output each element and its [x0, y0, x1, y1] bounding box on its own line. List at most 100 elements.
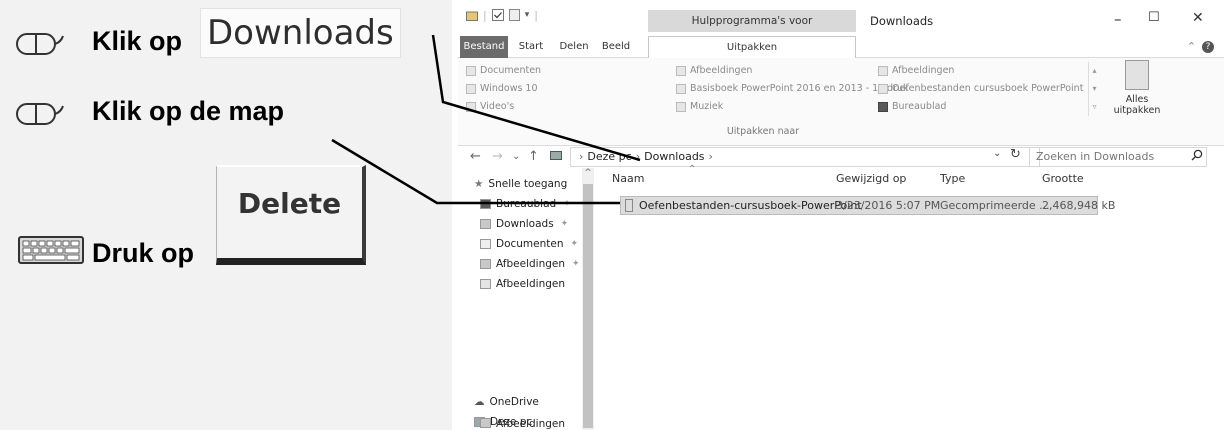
maximize-button[interactable]: ☐ [1148, 10, 1160, 25]
breadcrumb-downloads[interactable]: Downloads [644, 150, 704, 163]
folder-icon [466, 83, 476, 94]
recent-dropdown-icon[interactable]: ⌄ [512, 151, 520, 162]
keyboard-icon [18, 236, 84, 264]
extract-destination-gallery: Documenten Afbeeldingen Afbeeldingen Win… [466, 62, 1088, 120]
music-icon [676, 101, 686, 112]
tab-start[interactable]: Start [514, 36, 548, 58]
new-folder-icon[interactable] [508, 9, 520, 21]
close-button[interactable]: ✕ [1192, 10, 1204, 26]
column-header-gewijzigd[interactable]: Gewijzigd op [836, 172, 906, 185]
folder-icon [878, 65, 888, 76]
column-header-type[interactable]: Type [940, 172, 965, 185]
sort-indicator-icon: ⌃ [688, 164, 697, 175]
pictures-icon [480, 418, 491, 428]
refresh-icon[interactable]: ↻ [1010, 147, 1021, 162]
navigation-bar: ← → ⌄ ↑ › Deze pc › Downloads › ⌄ ↻ Zoeken i… [458, 146, 1224, 168]
downloads-icon [480, 219, 491, 229]
instruction-panel: Klik op Downloads Klik op de map Druk op… [0, 0, 452, 430]
quick-access-toolbar: | ▾ | [466, 2, 538, 28]
pictures-icon [480, 259, 491, 269]
qat-dropdown-icon[interactable]: ▾ [525, 10, 530, 20]
pin-icon: ✦ [563, 199, 571, 209]
pin-icon: ✦ [572, 259, 580, 269]
nav-item-documenten[interactable]: Documenten ✦ [480, 238, 578, 250]
forward-icon[interactable]: → [492, 149, 503, 164]
ribbon-tabs: Bestand Start Delen Beeld Uitpakken [458, 36, 1224, 58]
column-header-naam[interactable]: Naam [612, 172, 644, 185]
address-bar[interactable]: › Deze pc › Downloads › [570, 147, 1040, 167]
contextual-tab-header: Hulpprogramma's voor gecomprimeerde mapp… [648, 10, 856, 49]
up-icon[interactable]: ↑ [528, 149, 539, 164]
minimize-button[interactable]: – [1114, 10, 1122, 28]
file-size: 2,468,948 kB [1042, 199, 1116, 212]
mouse-icon [16, 33, 64, 55]
column-header-grootte[interactable]: Grootte [1042, 172, 1084, 185]
tab-beeld[interactable]: Beeld [598, 36, 634, 58]
desktop-icon [878, 101, 888, 112]
file-type: Gecomprimeerde ... [940, 199, 1050, 212]
gallery-item[interactable]: Video's [466, 101, 514, 112]
nav-item-onedrive[interactable]: ☁ OneDrive [474, 396, 539, 408]
delete-key-label: Delete [237, 187, 342, 220]
gallery-scroll[interactable]: ▴ ▾ ▿ [1088, 62, 1100, 116]
table-row[interactable]: Oefenbestanden-cursusboek-PowerPoint 3/2… [620, 196, 1115, 215]
pin-icon: ✦ [570, 239, 579, 249]
nav-item-afbeeldingen[interactable]: Afbeeldingen ✦ [480, 258, 580, 270]
back-icon[interactable]: ← [470, 149, 481, 164]
step2-text: Klik op de map [92, 96, 285, 126]
help-icon[interactable]: ? [1202, 41, 1214, 53]
delete-key: Delete [216, 165, 366, 265]
navigation-pane: ★ Snelle toegang Bureaublad ✦ Downloads ✦ D… [458, 168, 596, 430]
window-title: Downloads [870, 14, 934, 28]
file-modified: 3/23/2016 5:07 PM [836, 199, 941, 212]
gallery-item[interactable]: Afbeeldingen [878, 65, 954, 76]
tab-bestand[interactable]: Bestand [460, 36, 508, 58]
folder-icon [676, 83, 686, 94]
gallery-item[interactable]: Bureaublad [878, 101, 946, 112]
star-icon: ★ [474, 178, 484, 190]
this-pc-icon [550, 151, 562, 160]
nav-item-afbeeldingen[interactable]: Afbeeldingen [480, 278, 565, 290]
ribbon: Documenten Afbeeldingen Afbeeldingen Win… [458, 58, 1224, 146]
nav-item-afbeeldingen[interactable]: Afbeeldingen [480, 418, 565, 430]
step1-text: Klik op [92, 26, 183, 56]
gallery-item[interactable]: Afbeeldingen [676, 65, 752, 76]
search-icon[interactable] [1191, 149, 1203, 161]
nav-item-bureaublad[interactable]: Bureaublad ✦ [480, 198, 571, 210]
desktop-icon [480, 199, 491, 209]
tab-uitpakken[interactable]: Uitpakken [648, 36, 856, 58]
documents-icon [480, 239, 491, 249]
documents-icon [466, 65, 476, 76]
downloads-word: Downloads [200, 8, 401, 58]
properties-check-icon[interactable] [491, 9, 504, 21]
gallery-item[interactable]: Oefenbestanden cursusboek PowerPoint [878, 83, 1083, 94]
mouse-icon [16, 103, 64, 125]
pictures-icon [676, 65, 686, 76]
gallery-item[interactable]: Muziek [676, 101, 723, 112]
breadcrumb-deze-pc[interactable]: Deze pc [587, 150, 631, 163]
cloud-icon: ☁ [474, 396, 485, 408]
gallery-item[interactable]: Basisboek PowerPoint 2016 en 2013 - 1e d… [676, 83, 909, 94]
search-input[interactable]: Zoeken in Downloads [1029, 147, 1207, 167]
gallery-item[interactable]: Windows 10 [466, 83, 538, 94]
scroll-thumb[interactable] [583, 184, 593, 428]
gallery-item[interactable]: Documenten [466, 65, 541, 76]
folder-icon [878, 83, 888, 94]
folder-icon [480, 279, 491, 289]
explorer-window: | ▾ | Hulpprogramma's voor gecomprimeerd… [458, 0, 1224, 430]
nav-item-downloads[interactable]: Downloads ✦ [480, 218, 568, 230]
scroll-up-icon[interactable]: ^ [582, 168, 594, 178]
zip-folder-icon [625, 199, 633, 212]
file-list: ⌃ Naam Gewijzigd op Type Grootte Oefenbe… [600, 164, 1220, 430]
step3-text: Druk op [92, 238, 195, 268]
nav-item-snelle-toegang[interactable]: ★ Snelle toegang [474, 178, 567, 190]
address-dropdown-icon[interactable]: ⌄ [993, 148, 1001, 159]
extract-all-button[interactable]: Alles uitpakken [1112, 60, 1162, 126]
nav-scrollbar[interactable]: ^ [582, 168, 594, 430]
pin-icon: ✦ [560, 219, 569, 229]
folder-icon[interactable] [466, 10, 478, 21]
zip-folder-icon [1125, 60, 1149, 90]
group-label: Uitpakken naar [726, 126, 800, 137]
collapse-ribbon-icon[interactable]: ⌃ [1187, 40, 1196, 53]
tab-delen[interactable]: Delen [556, 36, 592, 58]
